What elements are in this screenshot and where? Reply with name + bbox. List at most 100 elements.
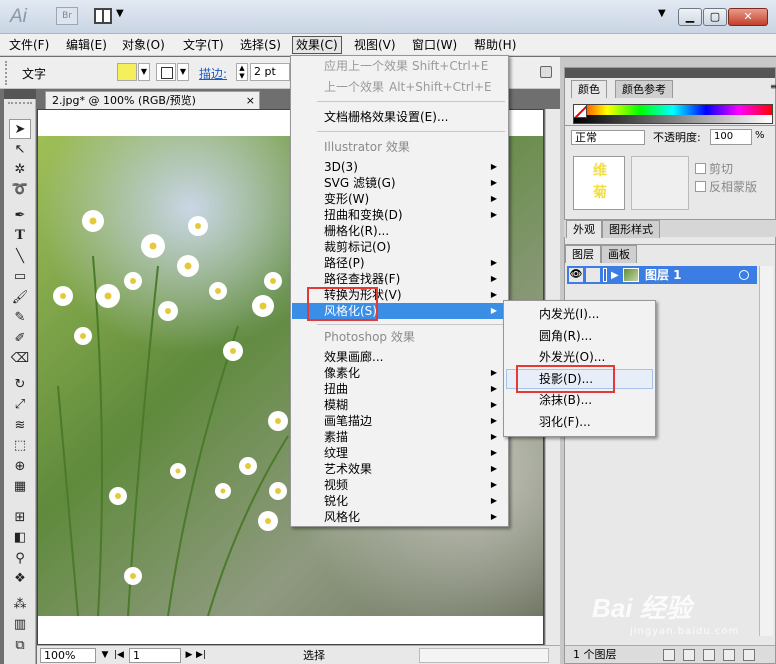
- first-page-icon[interactable]: |◀: [113, 648, 125, 663]
- menu-stylize-photoshop[interactable]: 风格化 ▶: [292, 509, 507, 525]
- fill-swatch[interactable]: [117, 63, 137, 81]
- menu-effect-gallery[interactable]: 效果画廊...: [292, 349, 507, 365]
- stroke-label[interactable]: 描边:: [199, 65, 227, 82]
- menu-texture[interactable]: 纹理 ▶: [292, 445, 507, 461]
- pencil-tool-icon[interactable]: ✎: [9, 308, 31, 328]
- menu-path[interactable]: 路径(P) ▶: [292, 255, 507, 271]
- menu-scribble[interactable]: 涂抹(B)...: [506, 390, 653, 410]
- rotate-tool-icon[interactable]: ↻: [9, 375, 31, 395]
- object-thumbnail[interactable]: 维菊: [573, 156, 625, 210]
- rectangle-tool-icon[interactable]: ▭: [9, 267, 31, 287]
- menu-pathfinder[interactable]: 路径查找器(F) ▶: [292, 271, 507, 287]
- menu-distort[interactable]: 扭曲 ▶: [292, 381, 507, 397]
- grip-handle[interactable]: [8, 102, 32, 106]
- tab-appearance[interactable]: 外观: [566, 220, 602, 238]
- eyedropper-tool-icon[interactable]: ⚲: [9, 549, 31, 569]
- menu-brush-strokes[interactable]: 画笔描边 ▶: [292, 413, 507, 429]
- workspace-chevron-icon[interactable]: ▼: [658, 8, 666, 19]
- scale-tool-icon[interactable]: ⤢: [9, 395, 31, 415]
- menu-crop-marks[interactable]: 裁剪标记(O): [292, 239, 507, 255]
- layer-row[interactable]: 👁 ▶ 图层 1: [567, 266, 757, 284]
- stroke-width-input[interactable]: 2 pt: [250, 63, 290, 81]
- menu-edit[interactable]: 编辑(E): [63, 36, 110, 54]
- zoom-dropdown-icon[interactable]: ▼: [99, 648, 111, 663]
- color-spectrum[interactable]: [573, 104, 773, 124]
- menu-outer-glow[interactable]: 外发光(O)...: [506, 347, 653, 367]
- menu-distort-transform[interactable]: 扭曲和变换(D) ▶: [292, 207, 507, 223]
- menu-sharpen[interactable]: 锐化 ▶: [292, 493, 507, 509]
- shape-builder-tool-icon[interactable]: ⊕: [9, 457, 31, 477]
- menu-type[interactable]: 文字(T): [180, 36, 227, 54]
- maximize-button[interactable]: ▢: [703, 8, 727, 26]
- menu-rasterize[interactable]: 栅格化(R)...: [292, 223, 507, 239]
- last-page-icon[interactable]: ▶|: [195, 648, 207, 663]
- menu-object[interactable]: 对象(O): [119, 36, 168, 54]
- type-tool-icon[interactable]: T: [9, 226, 31, 246]
- artboard-tool-icon[interactable]: ⧉: [9, 636, 31, 656]
- menu-help[interactable]: 帮助(H): [471, 36, 519, 54]
- menu-view[interactable]: 视图(V): [351, 36, 399, 54]
- arrange-documents-icon[interactable]: [94, 8, 112, 24]
- none-swatch-icon[interactable]: [573, 104, 587, 118]
- menu-inner-glow[interactable]: 内发光(I)...: [506, 304, 653, 324]
- direct-selection-tool-icon[interactable]: ↖: [9, 140, 31, 160]
- mesh-tool-icon[interactable]: ⊞: [9, 508, 31, 528]
- symbol-sprayer-tool-icon[interactable]: ⁂: [9, 595, 31, 615]
- invert-mask-checkbox[interactable]: 反相蒙版: [695, 178, 757, 195]
- tab-artboards[interactable]: 画板: [601, 245, 637, 263]
- menu-select[interactable]: 选择(S): [237, 36, 284, 54]
- pen-tool-icon[interactable]: ✒: [9, 206, 31, 226]
- selection-tool-icon[interactable]: ➤: [9, 119, 31, 139]
- grip-handle[interactable]: [5, 61, 9, 85]
- menu-blur[interactable]: 模糊 ▶: [292, 397, 507, 413]
- menu-window[interactable]: 窗口(W): [409, 36, 460, 54]
- bridge-button[interactable]: Br: [56, 7, 78, 25]
- menu-warp[interactable]: 变形(W) ▶: [292, 191, 507, 207]
- paintbrush-tool-icon[interactable]: 🖌: [9, 288, 31, 308]
- color-panel-header[interactable]: [565, 68, 775, 78]
- menu-artistic[interactable]: 艺术效果 ▶: [292, 461, 507, 477]
- status-text[interactable]: 选择: [209, 648, 419, 663]
- panel-menu-icon[interactable]: ≡: [770, 82, 776, 92]
- chevron-right-icon[interactable]: ▶: [611, 267, 619, 285]
- menu-sketch[interactable]: 素描 ▶: [292, 429, 507, 445]
- lock-toggle[interactable]: [586, 268, 600, 282]
- layer-name[interactable]: 图层 1: [645, 266, 682, 284]
- page-select[interactable]: 1: [129, 648, 181, 663]
- menu-3d[interactable]: 3D(3) ▶: [292, 159, 507, 175]
- magic-wand-tool-icon[interactable]: ✲: [9, 160, 31, 180]
- chevron-down-icon[interactable]: ▼: [116, 8, 124, 19]
- gradient-tool-icon[interactable]: ◧: [9, 528, 31, 548]
- menu-effect[interactable]: 效果(C): [292, 36, 342, 54]
- document-setup-icon[interactable]: [540, 66, 552, 78]
- blob-brush-tool-icon[interactable]: ✐: [9, 329, 31, 349]
- close-button[interactable]: ✕: [728, 8, 768, 26]
- stroke-dropdown-icon[interactable]: ▼: [177, 63, 189, 81]
- next-page-icon[interactable]: ▶: [183, 648, 195, 663]
- blend-tool-icon[interactable]: ❖: [9, 569, 31, 589]
- menu-apply-last-effect[interactable]: 应用上一个效果 Shift+Ctrl+E: [292, 58, 507, 74]
- menu-video[interactable]: 视频 ▶: [292, 477, 507, 493]
- layers-scrollbar[interactable]: [759, 266, 773, 636]
- minimize-button[interactable]: ▁: [678, 8, 702, 26]
- document-tab[interactable]: 2.jpg* @ 100% (RGB/预览) ×: [45, 91, 260, 109]
- warp-tool-icon[interactable]: ≋: [9, 416, 31, 436]
- eye-icon[interactable]: 👁: [569, 268, 583, 282]
- stroke-spinner-icon[interactable]: ▲ ▼: [236, 63, 248, 81]
- tab-graphic-styles[interactable]: 图形样式: [602, 220, 660, 238]
- free-transform-tool-icon[interactable]: ⬚: [9, 436, 31, 456]
- menu-last-effect[interactable]: 上一个效果 Alt+Shift+Ctrl+E: [292, 79, 507, 95]
- target-icon[interactable]: [739, 270, 749, 280]
- fill-dropdown-icon[interactable]: ▼: [138, 63, 150, 81]
- menu-raster-effect-settings[interactable]: 文档栅格效果设置(E)...: [292, 109, 507, 125]
- tab-color-guide[interactable]: 颜色参考: [615, 80, 673, 98]
- perspective-grid-tool-icon[interactable]: ▦: [9, 477, 31, 497]
- tab-color[interactable]: 颜色: [571, 80, 607, 98]
- eraser-tool-icon[interactable]: ⌫: [9, 349, 31, 369]
- close-icon[interactable]: ×: [246, 92, 255, 109]
- stroke-swatch[interactable]: [156, 63, 176, 81]
- tab-layers[interactable]: 图层: [565, 245, 601, 263]
- clip-checkbox[interactable]: 剪切: [695, 160, 733, 177]
- menu-pixelate[interactable]: 像素化 ▶: [292, 365, 507, 381]
- menu-round-corners[interactable]: 圆角(R)...: [506, 326, 653, 346]
